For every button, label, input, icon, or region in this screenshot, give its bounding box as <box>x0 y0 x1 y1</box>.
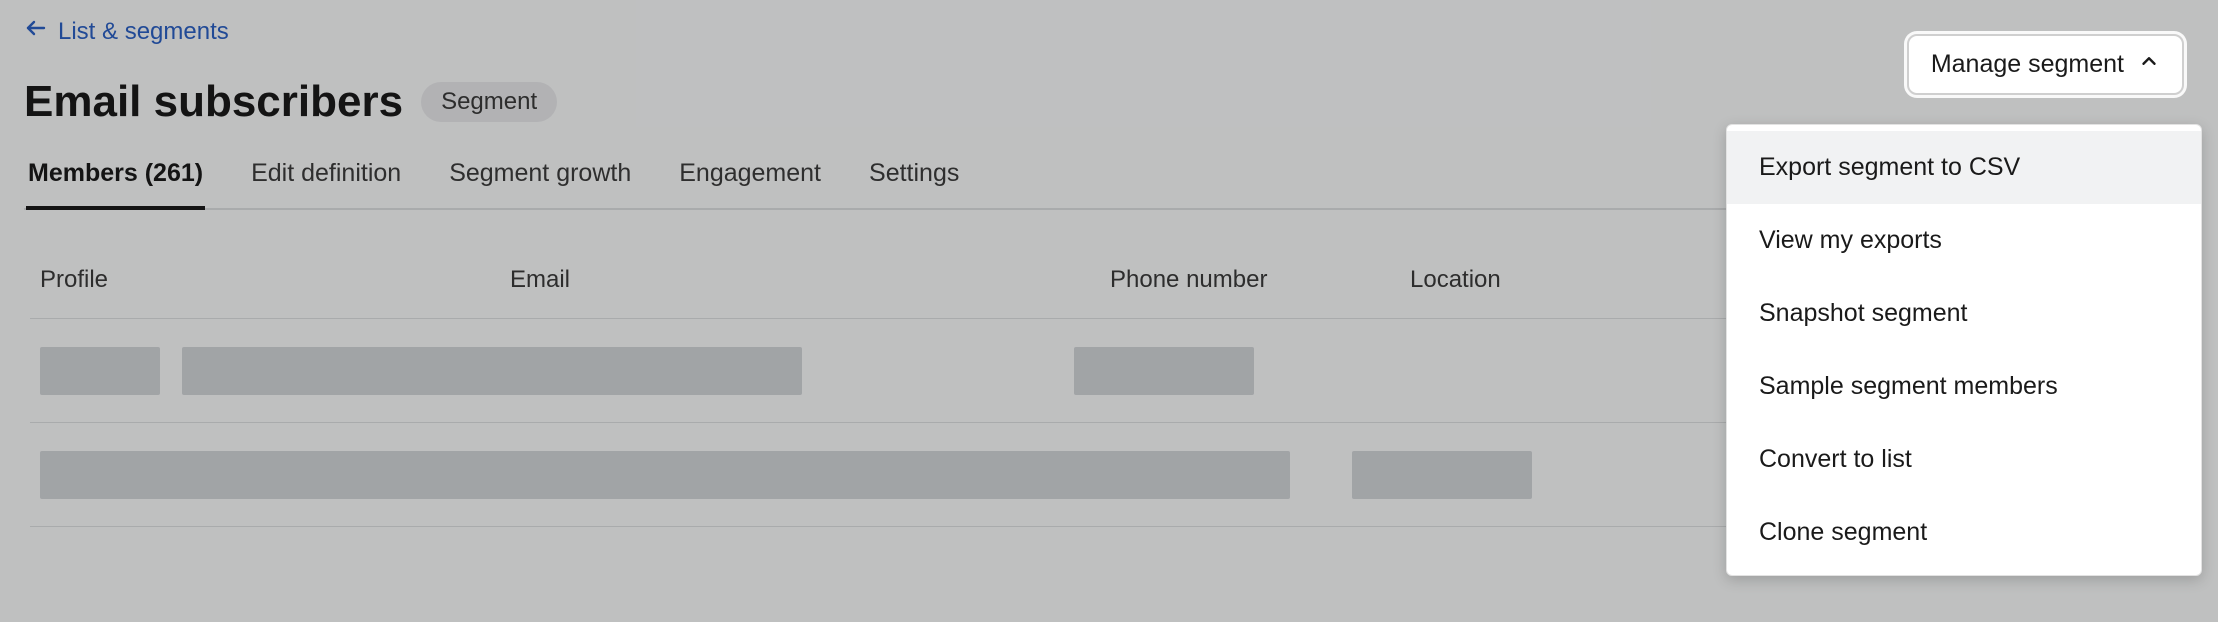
menu-export-csv[interactable]: Export segment to CSV <box>1727 131 2201 204</box>
arrow-left-icon <box>24 16 48 47</box>
skeleton-block <box>182 347 802 395</box>
column-header-phone[interactable]: Phone number <box>1110 266 1410 294</box>
tab-settings[interactable]: Settings <box>867 159 961 210</box>
breadcrumb-back[interactable]: List & segments <box>24 16 229 47</box>
page-title: Email subscribers <box>24 77 403 127</box>
skeleton-block <box>40 347 160 395</box>
breadcrumb-label: List & segments <box>58 18 229 46</box>
skeleton-block <box>1074 347 1254 395</box>
skeleton-block <box>40 451 1290 499</box>
tab-segment-growth[interactable]: Segment growth <box>447 159 633 210</box>
column-header-profile[interactable]: Profile <box>40 266 510 294</box>
menu-view-exports[interactable]: View my exports <box>1727 204 2201 277</box>
segment-badge: Segment <box>421 82 557 122</box>
manage-segment-button[interactable]: Manage segment <box>1907 34 2184 95</box>
tab-members[interactable]: Members (261) <box>26 159 205 210</box>
column-header-email[interactable]: Email <box>510 266 1110 294</box>
manage-segment-menu: Export segment to CSV View my exports Sn… <box>1726 124 2202 576</box>
menu-snapshot-segment[interactable]: Snapshot segment <box>1727 277 2201 350</box>
tab-engagement[interactable]: Engagement <box>677 159 823 210</box>
chevron-up-icon <box>2138 50 2160 79</box>
tab-edit-definition[interactable]: Edit definition <box>249 159 403 210</box>
menu-sample-members[interactable]: Sample segment members <box>1727 350 2201 423</box>
skeleton-block <box>1352 451 1532 499</box>
manage-segment-label: Manage segment <box>1931 50 2124 79</box>
column-header-location[interactable]: Location <box>1410 266 1760 294</box>
menu-convert-to-list[interactable]: Convert to list <box>1727 423 2201 496</box>
menu-clone-segment[interactable]: Clone segment <box>1727 496 2201 569</box>
